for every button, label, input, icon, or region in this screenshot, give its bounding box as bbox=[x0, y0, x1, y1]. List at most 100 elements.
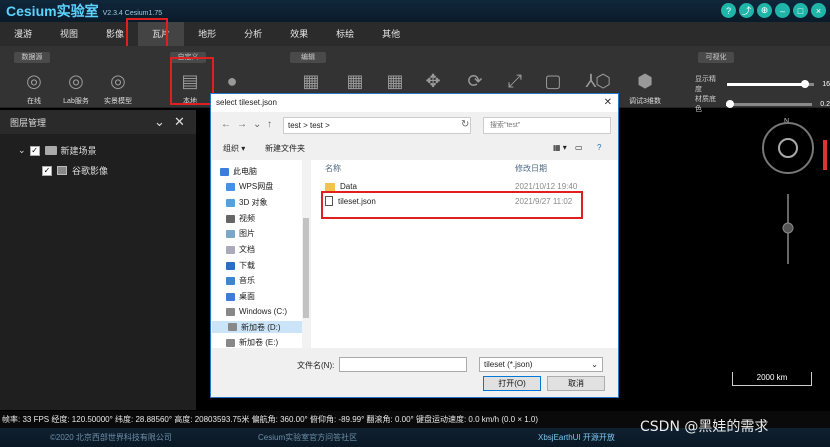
slider-knob[interactable] bbox=[800, 79, 809, 88]
nav-label: 图片 bbox=[239, 229, 255, 238]
menu-roam[interactable]: 漫游 bbox=[0, 22, 46, 46]
edit-tool-2[interactable]: ▦ bbox=[342, 68, 368, 96]
menu-terrain[interactable]: 地形 bbox=[184, 22, 230, 46]
tree-item-google-imagery[interactable]: ✓ 谷歌影像 bbox=[42, 164, 108, 177]
locate-icon[interactable]: ⊕ bbox=[757, 3, 772, 18]
dialog-toolbar: 组织 ▾ 新建文件夹 ▦ ▾ ▭ ? bbox=[211, 140, 618, 158]
new-folder-button[interactable]: 新建文件夹 bbox=[265, 143, 305, 154]
debug-panel-button[interactable]: ⬢ 调试3维数 bbox=[620, 68, 670, 106]
rotate-tool[interactable]: ⟳ bbox=[462, 68, 488, 96]
nav-label: 音乐 bbox=[239, 276, 255, 285]
nav-drive-c[interactable]: Windows (C:) bbox=[226, 307, 287, 316]
scrollbar-thumb[interactable] bbox=[303, 218, 309, 318]
watermark: CSDN @黑娃的需求 bbox=[640, 419, 769, 435]
column-name[interactable]: 名称 bbox=[325, 163, 341, 174]
minimize-button[interactable]: – bbox=[775, 3, 790, 18]
up-icon[interactable]: ↑ bbox=[267, 119, 272, 130]
nav-drive-e[interactable]: 新加卷 (E:) bbox=[226, 337, 278, 348]
collapse-icon[interactable]: ⌄ bbox=[154, 114, 165, 130]
help-icon[interactable]: ? bbox=[597, 143, 601, 152]
forward-icon[interactable]: → bbox=[237, 119, 247, 130]
footer-copyright[interactable]: ©2020 北京西部世界科技有限公司 bbox=[50, 432, 172, 443]
lab-service-button[interactable]: ◎ Lab服务 bbox=[58, 68, 94, 106]
scale-tool[interactable]: ⤢ bbox=[502, 68, 528, 96]
edit-tool-1[interactable]: ▦ bbox=[298, 68, 324, 96]
slider-track[interactable] bbox=[726, 79, 815, 88]
menu-plot[interactable]: 标绘 bbox=[322, 22, 368, 46]
nav-documents[interactable]: 文档 bbox=[226, 244, 255, 255]
nav-pictures[interactable]: 图片 bbox=[226, 228, 255, 239]
layer-panel-header: 图层管理 ⌄ ✕ bbox=[0, 110, 196, 134]
material-base-slider[interactable]: 材质底色 0.2 bbox=[695, 94, 830, 114]
address-bar[interactable]: test > test > bbox=[283, 117, 471, 134]
help-icon[interactable]: ? bbox=[721, 3, 736, 18]
nav-videos[interactable]: 视频 bbox=[226, 213, 255, 224]
cloud-icon bbox=[226, 182, 235, 191]
cancel-button[interactable]: 取消 bbox=[547, 376, 605, 391]
expand-icon[interactable]: ⌄ bbox=[18, 145, 26, 156]
column-modified[interactable]: 修改日期 bbox=[515, 163, 547, 174]
open-button[interactable]: 打开(O) bbox=[483, 376, 541, 391]
online-label: 在线 bbox=[27, 98, 41, 105]
preview-pane-icon[interactable]: ▭ bbox=[575, 143, 583, 152]
close-button[interactable]: × bbox=[811, 3, 826, 18]
nav-this-pc[interactable]: 此电脑 bbox=[220, 166, 257, 177]
group-edit: 编辑 bbox=[290, 52, 326, 63]
online-button[interactable]: ◎ 在线 bbox=[20, 68, 48, 106]
edit-tool-3[interactable]: ▦ bbox=[382, 68, 408, 96]
file-date: 2021/10/12 19:40 bbox=[515, 182, 578, 191]
lod-tool[interactable]: ⬡ bbox=[590, 68, 616, 96]
nav-downloads[interactable]: 下载 bbox=[226, 260, 255, 271]
filename-label: 文件名(N): bbox=[297, 361, 335, 370]
highlight-local-button bbox=[170, 57, 214, 105]
filetype-value: tileset (*.json) bbox=[484, 360, 533, 369]
slider-knob[interactable] bbox=[726, 99, 735, 108]
search-input[interactable]: 搜索"test" bbox=[483, 117, 611, 134]
document-icon bbox=[226, 245, 235, 254]
filetype-select[interactable]: tileset (*.json) ⌄ bbox=[479, 357, 603, 372]
nav-3d-objects[interactable]: 3D 对象 bbox=[226, 197, 267, 208]
menu-effects[interactable]: 效果 bbox=[276, 22, 322, 46]
footer-community[interactable]: Cesium实验室官方问答社区 bbox=[258, 432, 357, 443]
compass[interactable] bbox=[762, 122, 814, 174]
slider-track[interactable] bbox=[726, 99, 813, 108]
organize-button[interactable]: 组织 ▾ bbox=[223, 143, 245, 154]
music-icon bbox=[226, 276, 235, 285]
refresh-icon[interactable]: ↻ bbox=[461, 119, 469, 130]
share-icon[interactable]: ⤴ bbox=[739, 3, 754, 18]
box-tool[interactable]: ▢ bbox=[540, 68, 566, 96]
nav-drive-d[interactable]: 新加卷 (D:) bbox=[212, 321, 309, 333]
maximize-button[interactable]: □ bbox=[793, 3, 808, 18]
window-controls: ? ⤴ ⊕ – □ × bbox=[721, 3, 826, 18]
nav-scrollbar[interactable] bbox=[302, 160, 310, 348]
real-model-button[interactable]: ◎ 实景模型 bbox=[100, 68, 136, 106]
compass-center[interactable] bbox=[778, 138, 798, 158]
filename-input[interactable] bbox=[339, 357, 467, 372]
zoom-control[interactable] bbox=[778, 190, 798, 268]
nav-label: 文档 bbox=[239, 245, 255, 254]
nav-music[interactable]: 音乐 bbox=[226, 275, 255, 286]
debug-icon: ⬢ bbox=[637, 70, 653, 91]
move-tool[interactable]: ✥ bbox=[420, 68, 446, 96]
dialog-close-icon[interactable]: ✕ bbox=[604, 94, 612, 112]
menu-other[interactable]: 其他 bbox=[368, 22, 414, 46]
tree-item-google-imagery-label: 谷歌影像 bbox=[72, 166, 109, 176]
view-options-icon[interactable]: ▦ ▾ bbox=[553, 143, 567, 152]
footer-xbsj[interactable]: XbsjEarthUI 开源开放 bbox=[538, 432, 615, 443]
nav-desktop[interactable]: 桌面 bbox=[226, 291, 255, 302]
globe-button[interactable]: ● bbox=[218, 68, 246, 96]
back-icon[interactable]: ← bbox=[221, 119, 231, 130]
file-dialog: select tileset.json ✕ ← → ⌄ ↑ test > tes… bbox=[210, 93, 619, 398]
nav-wps-cloud[interactable]: WPS网盘 bbox=[226, 181, 273, 192]
menu-view[interactable]: 视图 bbox=[46, 22, 92, 46]
checkbox[interactable]: ✓ bbox=[42, 165, 52, 176]
tree-item-scene[interactable]: ⌄ ✓ 新建场景 bbox=[18, 144, 97, 157]
display-precision-slider[interactable]: 显示精度 16 bbox=[695, 74, 830, 94]
drive-icon bbox=[228, 323, 237, 331]
chevron-down-icon[interactable]: ⌄ bbox=[253, 119, 261, 130]
file-row-data[interactable]: Data 2021/10/12 19:40 bbox=[325, 182, 605, 191]
checkbox[interactable]: ✓ bbox=[29, 145, 40, 156]
menu-analysis[interactable]: 分析 bbox=[230, 22, 276, 46]
close-icon[interactable]: ✕ bbox=[174, 114, 185, 130]
material-base-label: 材质底色 bbox=[695, 96, 716, 113]
